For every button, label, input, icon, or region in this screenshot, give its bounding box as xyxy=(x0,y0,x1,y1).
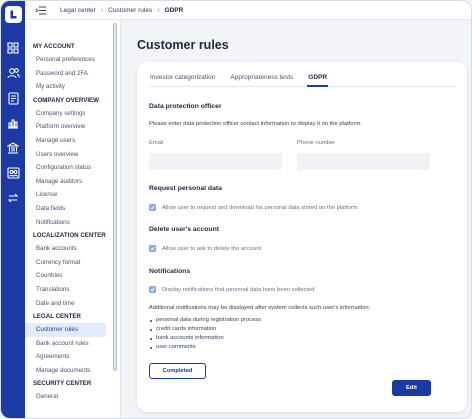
menu-toggle-icon[interactable] xyxy=(35,5,47,15)
tab-gdpr[interactable]: GDPR xyxy=(307,70,329,87)
transfer-icon[interactable] xyxy=(6,191,20,205)
nav-item-password-2fa[interactable]: Password and 2FA xyxy=(25,67,120,81)
notifications-label: Display notifications that personal data… xyxy=(162,286,315,293)
collected-info-list: personal data during registration proces… xyxy=(149,316,261,352)
chart-icon[interactable] xyxy=(6,116,20,130)
notifications-checkbox[interactable] xyxy=(149,286,156,293)
delete-account-checkbox[interactable] xyxy=(149,245,156,252)
nav-section-company-overview: COMPANY OVERVIEW xyxy=(33,96,100,104)
nav-item-personal-preferences[interactable]: Personal preferences xyxy=(25,53,120,67)
breadcrumb-item-gdpr: GDPR xyxy=(164,6,184,14)
main-content: Customer rules Investor categorization A… xyxy=(121,20,471,418)
breadcrumb-item-customer-rules[interactable]: Customer rules xyxy=(108,7,152,14)
nav-section-my-account: MY ACCOUNT xyxy=(33,43,75,50)
nav-item-license[interactable]: License xyxy=(25,188,120,202)
brand-logo-icon[interactable] xyxy=(4,6,22,23)
nav-item-translations[interactable]: Translations xyxy=(25,283,120,297)
request-data-label: Allow user to request and download his p… xyxy=(162,204,358,211)
bank-icon[interactable] xyxy=(6,141,20,155)
nav-section-localization-center: LOCALIZATION CENTER xyxy=(33,232,106,240)
breadcrumb: Legal center › Customer rules › GDPR xyxy=(25,1,471,20)
list-item: personal data during registration proces… xyxy=(149,316,261,325)
list-item: user comments xyxy=(149,343,261,352)
grid-icon[interactable] xyxy=(6,41,20,55)
gdpr-card: Investor categorization Appropriateness … xyxy=(137,62,467,412)
icon-rail xyxy=(1,1,25,418)
nav-item-my-activity[interactable]: My activity xyxy=(25,80,120,94)
check-icon xyxy=(150,246,155,251)
tab-investor-categorization[interactable]: Investor categorization xyxy=(149,70,216,87)
edit-button[interactable]: Edit xyxy=(392,380,431,396)
nav-item-notifications[interactable]: Notifications xyxy=(25,216,120,230)
completed-button[interactable]: Completed xyxy=(149,363,206,379)
additional-notifications-text: Additional notifications may be displaye… xyxy=(149,305,371,311)
chevron-right-icon: › xyxy=(157,6,160,14)
nav-item-configuration-status[interactable]: Configuration status xyxy=(25,161,120,175)
page-title: Customer rules xyxy=(137,38,229,52)
nav-item-agreements[interactable]: Agreements xyxy=(25,350,120,364)
nav-item-countries[interactable]: Countries xyxy=(25,269,120,283)
nav-item-manage-documents[interactable]: Manage documents xyxy=(25,364,120,378)
nav-item-currency-format[interactable]: Currency format xyxy=(25,256,120,270)
nav-item-date-time[interactable]: Date and time xyxy=(25,297,120,311)
nav-item-bank-accounts[interactable]: Bank accounts xyxy=(25,242,120,256)
tab-appropriateness-tests[interactable]: Appropriateness tests xyxy=(229,70,294,87)
chevron-right-icon: › xyxy=(100,6,104,14)
nav-item-data-fields[interactable]: Data fields xyxy=(25,202,120,216)
nav-item-manage-users[interactable]: Manage users xyxy=(25,134,120,148)
settings-nav: MY ACCOUNT Personal preferences Password… xyxy=(25,20,121,418)
check-icon xyxy=(150,205,155,210)
nav-item-bank-account-rules[interactable]: Bank account rules xyxy=(25,337,120,351)
phone-label: Phone number xyxy=(297,140,336,146)
delete-account-label: Allow user to ask to delete the account xyxy=(162,245,262,252)
breadcrumb-item-legal-center[interactable]: Legal center xyxy=(60,7,96,14)
list-item: bank accounts information xyxy=(149,334,261,343)
list-item: credit cards information xyxy=(149,325,261,334)
request-data-title: Request personal data xyxy=(149,185,222,192)
users-icon[interactable] xyxy=(6,66,20,80)
nav-item-manage-auditors[interactable]: Manage auditors xyxy=(25,175,120,189)
notifications-option[interactable]: Display notifications that personal data… xyxy=(149,286,314,293)
nav-section-legal-center: LEGAL CENTER xyxy=(33,313,82,321)
nav-item-platform-overview[interactable]: Platform overview xyxy=(25,120,120,134)
nav-item-general[interactable]: General xyxy=(25,390,120,404)
delete-account-title: Delete user's account xyxy=(149,226,219,233)
tab-bar: Investor categorization Appropriateness … xyxy=(149,70,455,87)
nav-item-customer-rules[interactable]: Customer rules xyxy=(25,323,106,337)
dpo-description: Please enter data protection officer con… xyxy=(149,121,362,127)
app-window: Legal center › Customer rules › GDPR MY … xyxy=(0,0,472,419)
delete-account-option[interactable]: Allow user to ask to delete the account xyxy=(149,245,261,252)
phone-field[interactable] xyxy=(297,153,430,170)
nav-scrollbar-thumb[interactable] xyxy=(114,24,116,370)
request-data-option[interactable]: Allow user to request and download his p… xyxy=(149,204,358,211)
notifications-title: Notifications xyxy=(149,268,191,275)
email-field[interactable] xyxy=(149,153,282,170)
nav-item-company-settings[interactable]: Company settings xyxy=(25,107,120,121)
nav-item-users-overview[interactable]: Users overview xyxy=(25,148,120,162)
email-label: Email xyxy=(149,140,164,146)
check-icon xyxy=(150,287,155,292)
dpo-title: Data protection officer xyxy=(149,103,222,110)
nav-scrollbar[interactable] xyxy=(113,23,117,371)
request-data-checkbox[interactable] xyxy=(149,204,156,211)
document-icon[interactable] xyxy=(6,91,20,105)
nav-section-security-center: SECURITY CENTER xyxy=(33,380,92,388)
group-icon[interactable] xyxy=(6,166,20,180)
